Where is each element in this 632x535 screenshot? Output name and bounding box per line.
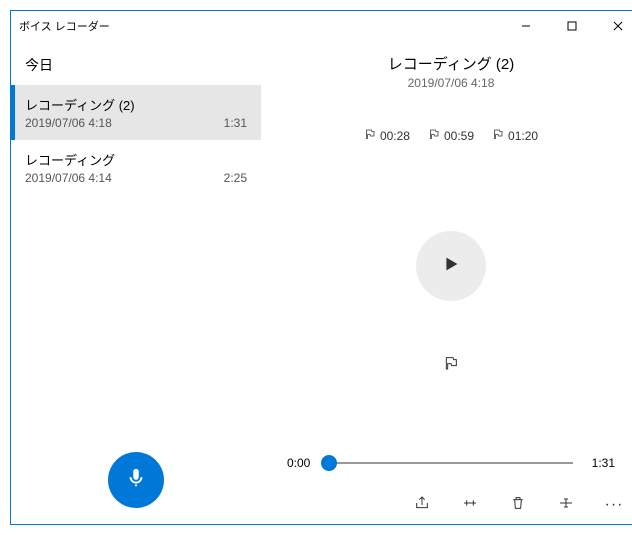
flag-icon [492,128,504,143]
trim-button[interactable] [461,496,479,514]
delete-icon [510,495,526,516]
action-bar: ··· [413,496,623,514]
marker-item[interactable]: 00:59 [428,128,474,143]
flag-icon [428,128,440,143]
recording-list-item[interactable]: レコーディング 2019/07/06 4:14 2:25 [11,140,261,195]
marker-item[interactable]: 01:20 [492,128,538,143]
flag-icon [364,128,376,143]
maximize-button[interactable] [549,11,595,41]
app-window: ボイス レコーダー 今日 レコーディング (2) 2019/07/06 4:18… [10,10,632,525]
add-marker-button[interactable] [441,355,461,375]
share-button[interactable] [413,496,431,514]
microphone-icon [125,467,147,494]
more-icon: ··· [605,496,624,514]
delete-button[interactable] [509,496,527,514]
total-time: 1:31 [579,456,615,470]
marker-list: 00:28 00:59 01:20 [364,128,538,143]
app-title: ボイス レコーダー [19,18,110,34]
app-body: 今日 レコーディング (2) 2019/07/06 4:18 1:31 レコーデ… [11,41,632,524]
timeline: 0:00 1:31 [287,456,615,470]
recording-datetime: 2019/07/06 4:18 [25,116,112,130]
recording-duration: 2:25 [224,171,247,185]
marker-time: 01:20 [508,129,538,143]
marker-item[interactable]: 00:28 [364,128,410,143]
titlebar: ボイス レコーダー [11,11,632,41]
section-header: 今日 [11,41,261,85]
sidebar: 今日 レコーディング (2) 2019/07/06 4:18 1:31 レコーデ… [11,41,261,524]
seek-track[interactable] [329,462,573,464]
marker-time: 00:59 [444,129,474,143]
more-button[interactable]: ··· [605,496,623,514]
play-button[interactable] [416,231,486,301]
main-panel: レコーディング (2) 2019/07/06 4:18 00:28 00:59 … [261,41,632,524]
flag-icon [443,355,459,376]
current-time: 0:00 [287,456,323,470]
rename-icon [558,495,574,516]
recording-duration: 1:31 [224,116,247,130]
trim-icon [462,495,478,516]
recording-title: レコーディング [25,150,247,169]
record-button[interactable] [108,452,164,508]
minimize-button[interactable] [503,11,549,41]
seek-thumb[interactable] [321,455,337,471]
page-title: レコーディング (2) [388,53,514,74]
rename-button[interactable] [557,496,575,514]
recording-datetime: 2019/07/06 4:14 [25,171,112,185]
play-icon [440,253,462,280]
recording-title: レコーディング (2) [25,95,247,114]
marker-time: 00:28 [380,129,410,143]
page-datetime: 2019/07/06 4:18 [408,76,495,90]
share-icon [414,495,430,516]
recording-list-item[interactable]: レコーディング (2) 2019/07/06 4:18 1:31 [11,85,261,140]
close-button[interactable] [595,11,632,41]
